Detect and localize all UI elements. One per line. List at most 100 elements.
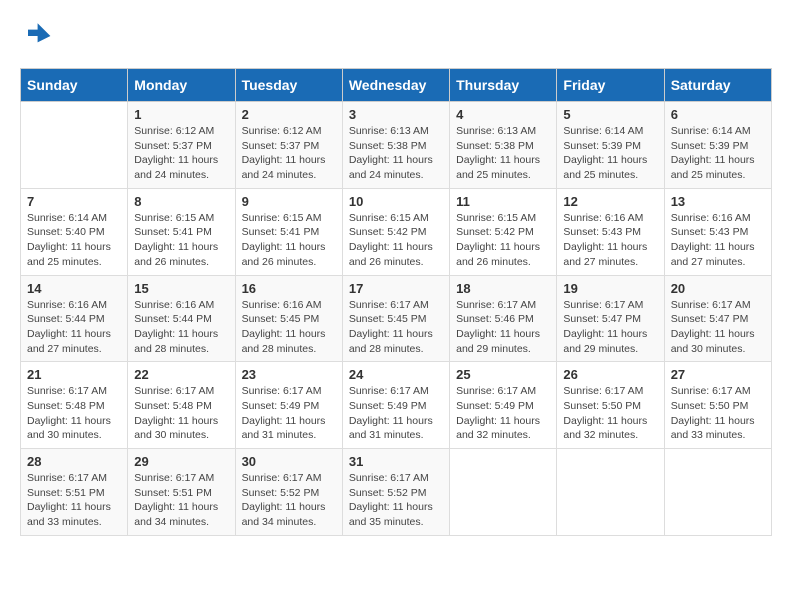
day-number: 9 — [242, 194, 336, 209]
day-number: 3 — [349, 107, 443, 122]
cell-info: Sunrise: 6:17 AM Sunset: 5:48 PM Dayligh… — [134, 384, 228, 443]
calendar-cell: 15 Sunrise: 6:16 AM Sunset: 5:44 PM Dayli… — [128, 275, 235, 362]
day-number: 26 — [563, 367, 657, 382]
calendar-cell: 28 Sunrise: 6:17 AM Sunset: 5:51 PM Dayli… — [21, 449, 128, 536]
cell-info: Sunrise: 6:13 AM Sunset: 5:38 PM Dayligh… — [349, 124, 443, 183]
calendar-week-row: 28 Sunrise: 6:17 AM Sunset: 5:51 PM Dayli… — [21, 449, 772, 536]
cell-info: Sunrise: 6:13 AM Sunset: 5:38 PM Dayligh… — [456, 124, 550, 183]
day-number: 29 — [134, 454, 228, 469]
day-number: 22 — [134, 367, 228, 382]
cell-info: Sunrise: 6:17 AM Sunset: 5:50 PM Dayligh… — [563, 384, 657, 443]
calendar-cell: 24 Sunrise: 6:17 AM Sunset: 5:49 PM Dayli… — [342, 362, 449, 449]
calendar-cell — [450, 449, 557, 536]
day-number: 19 — [563, 281, 657, 296]
cell-info: Sunrise: 6:17 AM Sunset: 5:49 PM Dayligh… — [456, 384, 550, 443]
cell-info: Sunrise: 6:17 AM Sunset: 5:51 PM Dayligh… — [134, 471, 228, 530]
cell-info: Sunrise: 6:16 AM Sunset: 5:43 PM Dayligh… — [563, 211, 657, 270]
calendar-cell: 22 Sunrise: 6:17 AM Sunset: 5:48 PM Dayli… — [128, 362, 235, 449]
cell-info: Sunrise: 6:15 AM Sunset: 5:42 PM Dayligh… — [349, 211, 443, 270]
day-number: 10 — [349, 194, 443, 209]
day-number: 17 — [349, 281, 443, 296]
cell-info: Sunrise: 6:16 AM Sunset: 5:44 PM Dayligh… — [134, 298, 228, 357]
calendar-cell: 25 Sunrise: 6:17 AM Sunset: 5:49 PM Dayli… — [450, 362, 557, 449]
cell-info: Sunrise: 6:17 AM Sunset: 5:46 PM Dayligh… — [456, 298, 550, 357]
day-number: 6 — [671, 107, 765, 122]
weekday-header: Thursday — [450, 69, 557, 102]
calendar-cell: 14 Sunrise: 6:16 AM Sunset: 5:44 PM Dayli… — [21, 275, 128, 362]
calendar-cell: 11Sunrise: 6:15 AM Sunset: 5:42 PM Dayli… — [450, 188, 557, 275]
day-number: 1 — [134, 107, 228, 122]
day-number: 11 — [456, 194, 550, 209]
calendar-cell: 30 Sunrise: 6:17 AM Sunset: 5:52 PM Dayli… — [235, 449, 342, 536]
cell-info: Sunrise: 6:17 AM Sunset: 5:45 PM Dayligh… — [349, 298, 443, 357]
calendar-header-row: SundayMondayTuesdayWednesdayThursdayFrid… — [21, 69, 772, 102]
weekday-header: Friday — [557, 69, 664, 102]
calendar-table: SundayMondayTuesdayWednesdayThursdayFrid… — [20, 68, 772, 536]
calendar-cell: 29 Sunrise: 6:17 AM Sunset: 5:51 PM Dayli… — [128, 449, 235, 536]
calendar-cell: 4Sunrise: 6:13 AM Sunset: 5:38 PM Daylig… — [450, 102, 557, 189]
calendar-week-row: 1 Sunrise: 6:12 AM Sunset: 5:37 PM Daylig… — [21, 102, 772, 189]
cell-info: Sunrise: 6:17 AM Sunset: 5:52 PM Dayligh… — [242, 471, 336, 530]
calendar-cell: 8 Sunrise: 6:15 AM Sunset: 5:41 PM Daylig… — [128, 188, 235, 275]
cell-info: Sunrise: 6:17 AM Sunset: 5:47 PM Dayligh… — [671, 298, 765, 357]
cell-info: Sunrise: 6:17 AM Sunset: 5:48 PM Dayligh… — [27, 384, 121, 443]
day-number: 14 — [27, 281, 121, 296]
day-number: 28 — [27, 454, 121, 469]
cell-info: Sunrise: 6:17 AM Sunset: 5:49 PM Dayligh… — [242, 384, 336, 443]
cell-info: Sunrise: 6:14 AM Sunset: 5:39 PM Dayligh… — [671, 124, 765, 183]
day-number: 24 — [349, 367, 443, 382]
calendar-cell: 7Sunrise: 6:14 AM Sunset: 5:40 PM Daylig… — [21, 188, 128, 275]
weekday-header: Monday — [128, 69, 235, 102]
calendar-cell: 6 Sunrise: 6:14 AM Sunset: 5:39 PM Daylig… — [664, 102, 771, 189]
calendar-week-row: 14 Sunrise: 6:16 AM Sunset: 5:44 PM Dayli… — [21, 275, 772, 362]
day-number: 13 — [671, 194, 765, 209]
day-number: 8 — [134, 194, 228, 209]
cell-info: Sunrise: 6:14 AM Sunset: 5:40 PM Dayligh… — [27, 211, 121, 270]
day-number: 2 — [242, 107, 336, 122]
day-number: 15 — [134, 281, 228, 296]
day-number: 23 — [242, 367, 336, 382]
weekday-header: Saturday — [664, 69, 771, 102]
cell-info: Sunrise: 6:16 AM Sunset: 5:45 PM Dayligh… — [242, 298, 336, 357]
calendar-cell: 2 Sunrise: 6:12 AM Sunset: 5:37 PM Daylig… — [235, 102, 342, 189]
calendar-cell: 20 Sunrise: 6:17 AM Sunset: 5:47 PM Dayli… — [664, 275, 771, 362]
day-number: 12 — [563, 194, 657, 209]
cell-info: Sunrise: 6:17 AM Sunset: 5:49 PM Dayligh… — [349, 384, 443, 443]
page-header — [20, 20, 772, 52]
cell-info: Sunrise: 6:17 AM Sunset: 5:50 PM Dayligh… — [671, 384, 765, 443]
calendar-week-row: 7Sunrise: 6:14 AM Sunset: 5:40 PM Daylig… — [21, 188, 772, 275]
calendar-cell: 31Sunrise: 6:17 AM Sunset: 5:52 PM Dayli… — [342, 449, 449, 536]
calendar-cell — [557, 449, 664, 536]
calendar-cell: 17 Sunrise: 6:17 AM Sunset: 5:45 PM Dayli… — [342, 275, 449, 362]
weekday-header: Sunday — [21, 69, 128, 102]
calendar-cell: 18 Sunrise: 6:17 AM Sunset: 5:46 PM Dayli… — [450, 275, 557, 362]
day-number: 18 — [456, 281, 550, 296]
cell-info: Sunrise: 6:16 AM Sunset: 5:44 PM Dayligh… — [27, 298, 121, 357]
cell-info: Sunrise: 6:16 AM Sunset: 5:43 PM Dayligh… — [671, 211, 765, 270]
calendar-cell: 16 Sunrise: 6:16 AM Sunset: 5:45 PM Dayli… — [235, 275, 342, 362]
cell-info: Sunrise: 6:17 AM Sunset: 5:52 PM Dayligh… — [349, 471, 443, 530]
calendar-cell — [21, 102, 128, 189]
calendar-cell: 27Sunrise: 6:17 AM Sunset: 5:50 PM Dayli… — [664, 362, 771, 449]
calendar-cell: 9 Sunrise: 6:15 AM Sunset: 5:41 PM Daylig… — [235, 188, 342, 275]
day-number: 16 — [242, 281, 336, 296]
weekday-header: Tuesday — [235, 69, 342, 102]
calendar-cell: 1Sunrise: 6:12 AM Sunset: 5:37 PM Daylig… — [128, 102, 235, 189]
day-number: 20 — [671, 281, 765, 296]
calendar-cell: 21Sunrise: 6:17 AM Sunset: 5:48 PM Dayli… — [21, 362, 128, 449]
calendar-cell — [664, 449, 771, 536]
cell-info: Sunrise: 6:17 AM Sunset: 5:51 PM Dayligh… — [27, 471, 121, 530]
calendar-cell: 13 Sunrise: 6:16 AM Sunset: 5:43 PM Dayli… — [664, 188, 771, 275]
cell-info: Sunrise: 6:14 AM Sunset: 5:39 PM Dayligh… — [563, 124, 657, 183]
calendar-cell: 23 Sunrise: 6:17 AM Sunset: 5:49 PM Dayli… — [235, 362, 342, 449]
calendar-cell: 26 Sunrise: 6:17 AM Sunset: 5:50 PM Dayli… — [557, 362, 664, 449]
cell-info: Sunrise: 6:17 AM Sunset: 5:47 PM Dayligh… — [563, 298, 657, 357]
logo-icon — [20, 20, 52, 52]
day-number: 25 — [456, 367, 550, 382]
day-number: 30 — [242, 454, 336, 469]
logo — [20, 20, 56, 52]
cell-info: Sunrise: 6:12 AM Sunset: 5:37 PM Dayligh… — [242, 124, 336, 183]
cell-info: Sunrise: 6:15 AM Sunset: 5:41 PM Dayligh… — [242, 211, 336, 270]
cell-info: Sunrise: 6:15 AM Sunset: 5:41 PM Dayligh… — [134, 211, 228, 270]
calendar-cell: 5Sunrise: 6:14 AM Sunset: 5:39 PM Daylig… — [557, 102, 664, 189]
